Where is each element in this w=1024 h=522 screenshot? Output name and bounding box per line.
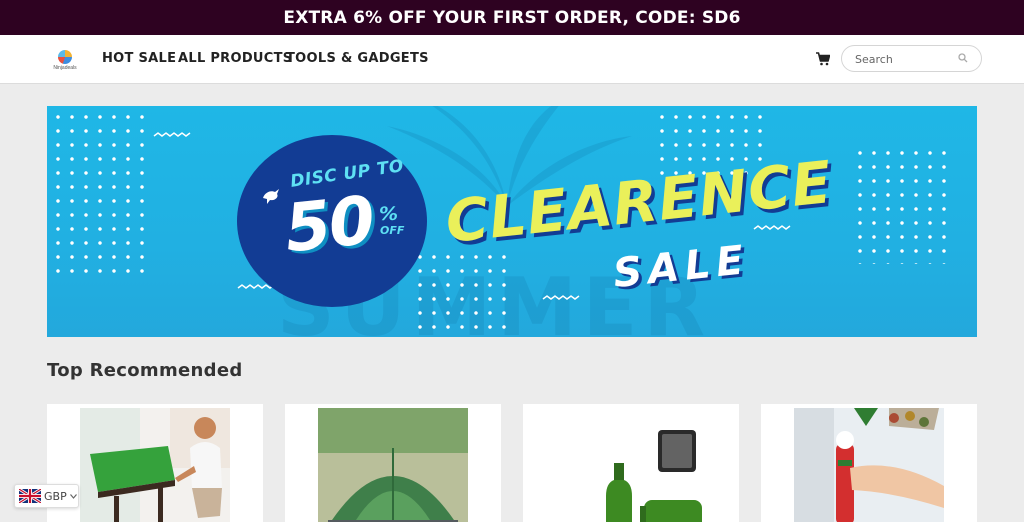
section-title: Top Recommended <box>47 360 243 381</box>
currency-code: GBP <box>44 489 67 503</box>
discount-percent: 50 <box>281 181 377 268</box>
product-image[interactable] <box>80 408 230 522</box>
product-card[interactable] <box>523 404 739 522</box>
wave-decoration <box>753 225 791 230</box>
search-input[interactable] <box>855 51 955 67</box>
chevron-down-icon <box>69 493 77 499</box>
promo-bar: EXTRA 6% OFF YOUR FIRST ORDER, CODE: SD6 <box>0 0 1024 35</box>
cart-icon[interactable] <box>816 52 830 66</box>
uk-flag-icon <box>19 489 41 503</box>
dots-pattern-right <box>853 146 953 264</box>
product-card[interactable] <box>47 404 263 522</box>
product-image[interactable] <box>318 408 468 522</box>
nav-hot-sale[interactable]: HOT SALE <box>102 51 176 66</box>
search-icon[interactable] <box>958 53 968 63</box>
hero-banner[interactable]: SUMMER DISC UP TO 50 % OFF CLEARENCE SAL… <box>47 106 977 337</box>
product-card[interactable] <box>761 404 977 522</box>
logo-globe-icon <box>58 50 72 64</box>
wave-decoration <box>153 132 191 137</box>
dots-pattern-center <box>413 250 513 336</box>
ninja-icon <box>263 189 279 204</box>
site-header: Ninjadeals HOT SALE ALL PRODUCTS TOOLS &… <box>0 35 1024 84</box>
off-text: OFF <box>380 224 405 237</box>
percent-sign: % <box>379 203 399 225</box>
logo-text: Ninjadeals <box>53 65 77 71</box>
nav-tools-gadgets[interactable]: TOOLS & GADGETS <box>286 51 429 66</box>
nav-all-products[interactable]: ALL PRODUCTS <box>178 51 292 66</box>
search-box <box>841 45 982 72</box>
site-logo[interactable]: Ninjadeals <box>52 50 78 74</box>
promo-text: EXTRA 6% OFF YOUR FIRST ORDER, CODE: SD6 <box>283 7 741 28</box>
product-image[interactable] <box>556 408 706 522</box>
wave-decoration <box>542 295 580 300</box>
hero-subheadline: SALE <box>610 236 752 298</box>
product-image[interactable] <box>794 408 944 522</box>
currency-selector[interactable]: GBP <box>14 484 79 508</box>
product-card[interactable] <box>285 404 501 522</box>
dots-pattern-left <box>51 110 151 280</box>
